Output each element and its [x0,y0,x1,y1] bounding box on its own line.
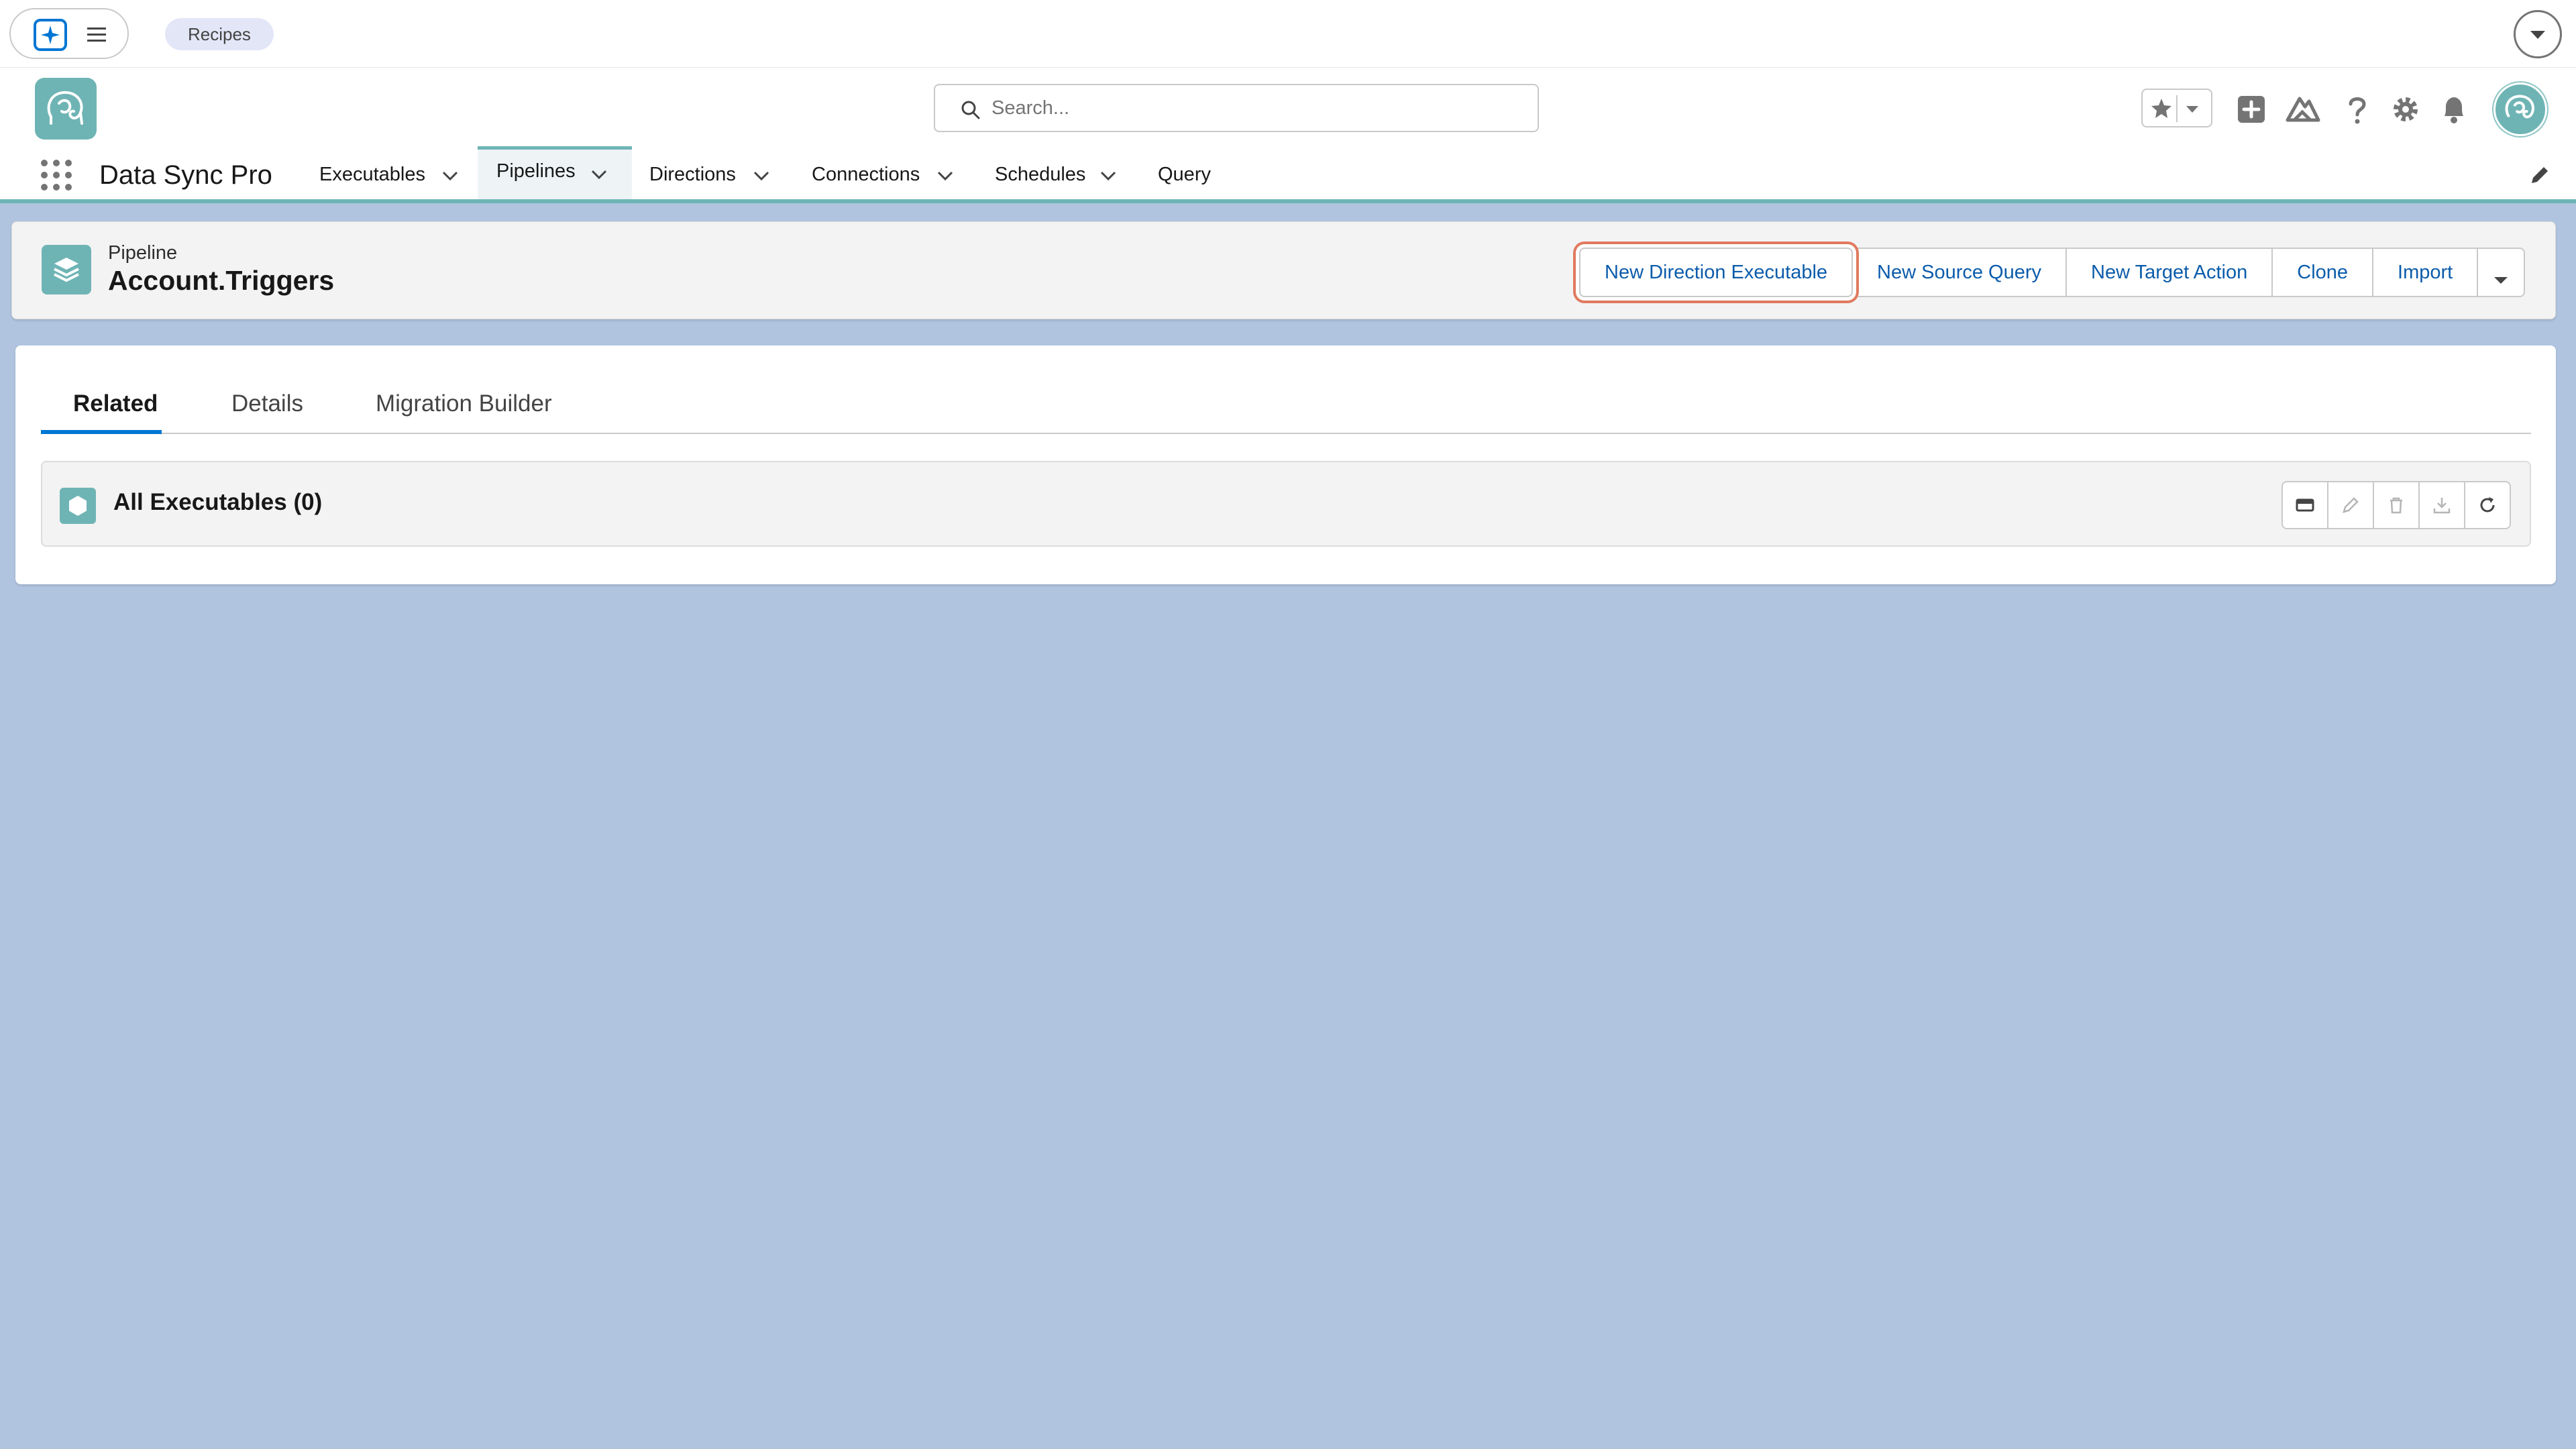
record-content-card: Related Details Migration Builder All Ex… [15,345,2556,584]
add-icon[interactable] [2231,89,2271,129]
refresh-icon[interactable] [2464,481,2511,529]
app-launcher-icon[interactable] [39,158,74,193]
help-icon[interactable] [2337,89,2377,129]
new-target-action-button[interactable]: New Target Action [2065,248,2273,297]
chevron-down-icon[interactable] [936,170,954,182]
chevron-down-icon[interactable] [590,168,608,180]
caret-down-icon [2494,277,2508,284]
layers-icon [42,245,91,294]
nav-item-label: Directions [649,164,736,185]
related-list-card: All Executables (0) [41,461,2531,547]
new-source-query-button[interactable]: New Source Query [1851,248,2068,297]
gear-icon[interactable] [2385,89,2426,129]
trailhead-icon[interactable] [2282,89,2322,129]
tab-related[interactable]: Related [73,374,158,434]
tab-details[interactable]: Details [231,374,303,434]
nav-item-label: Pipelines [496,160,576,182]
bell-icon[interactable] [2434,89,2474,129]
caret-down-icon[interactable] [2183,102,2202,117]
nav-item-query[interactable]: Query [1158,150,1225,199]
global-search[interactable] [934,84,1539,132]
app-name: Data Sync Pro [99,160,272,190]
card-view-icon[interactable] [2282,481,2328,529]
nav-item-pipelines[interactable]: Pipelines [478,146,632,199]
elephant-logo[interactable] [35,78,97,140]
favorites-button-group[interactable] [2141,89,2212,127]
nav-item-directions[interactable]: Directions [649,150,784,199]
recipes-tag[interactable]: Recipes [165,18,274,50]
agent-launcher[interactable] [9,8,129,59]
chevron-down-icon[interactable] [1099,170,1117,182]
record-type-label: Pipeline [108,242,178,264]
star-icon[interactable] [2148,95,2178,122]
new-direction-executable-button[interactable]: New Direction Executable [1579,248,1854,297]
related-list-actions [2282,481,2511,529]
related-list-title[interactable]: All Executables (0) [113,489,322,516]
chevron-down-icon[interactable] [2514,10,2562,58]
search-icon [961,101,980,119]
utility-bar: Recipes [0,0,2576,68]
record-action-group: New Direction Executable New Source Quer… [1579,248,2526,297]
clone-button[interactable]: Clone [2271,248,2374,297]
record-header: Pipeline Account.Triggers New Direction … [11,221,2556,319]
hexagon-icon [60,488,96,524]
tab-migration-builder[interactable]: Migration Builder [376,374,552,434]
sparkle-icon[interactable] [34,19,67,51]
chevron-down-icon[interactable] [441,170,459,182]
more-actions-button[interactable] [2477,248,2526,297]
search-input[interactable] [991,92,1515,124]
hamburger-icon[interactable] [80,24,113,46]
nav-item-label: Connections [812,164,920,185]
delete-icon[interactable] [2373,481,2420,529]
chevron-down-icon[interactable] [753,170,770,182]
nav-item-executables[interactable]: Executables [319,150,467,199]
pencil-icon[interactable] [2528,163,2552,187]
global-header [0,68,2576,150]
nav-item-connections[interactable]: Connections [812,150,966,199]
active-tab-indicator [41,430,162,434]
nav-item-label: Executables [319,164,425,185]
nav-item-label: Query [1158,164,1211,185]
app-nav-bar: Data Sync Pro Executables Pipelines Dire… [0,146,2576,203]
avatar[interactable] [2493,83,2547,136]
import-button[interactable]: Import [2372,248,2479,297]
edit-icon[interactable] [2327,481,2374,529]
nav-item-schedules[interactable]: Schedules [995,150,1142,199]
download-icon[interactable] [2418,481,2465,529]
record-title: Account.Triggers [108,265,335,296]
nav-item-label: Schedules [995,164,1086,185]
record-tabs: Related Details Migration Builder [41,374,2531,434]
